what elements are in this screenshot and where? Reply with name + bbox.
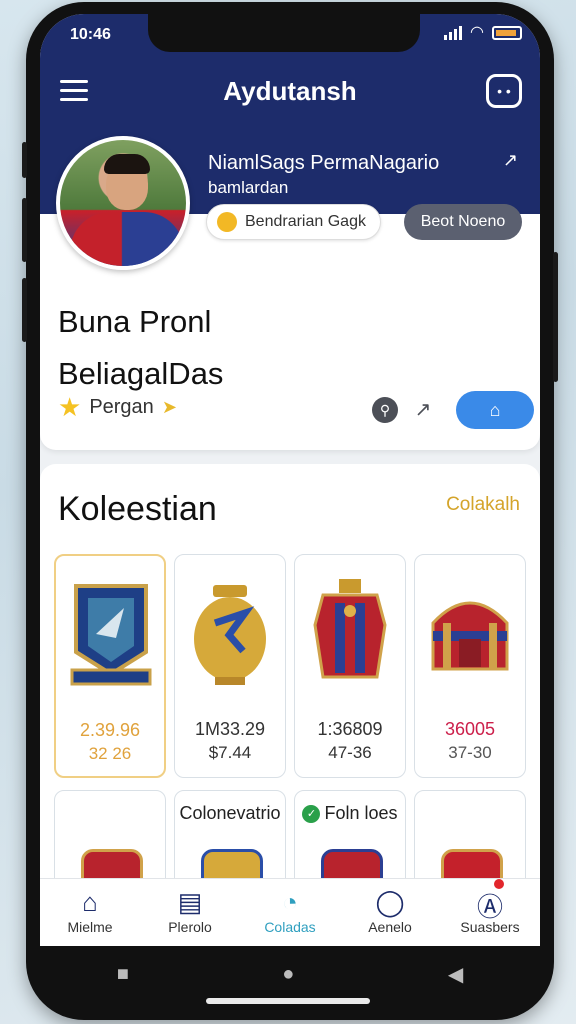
nav-label: Plerolo [168, 919, 212, 935]
search-icon[interactable]: ⚲ [372, 397, 398, 423]
nav-chat[interactable]: ◯ Aenelo [340, 879, 440, 946]
item-price: 36005 [444, 719, 496, 739]
edit-icon[interactable]: ↗ [503, 150, 518, 171]
collection-item-armor[interactable]: 1:36809 47-36 [294, 554, 406, 778]
nav-collection[interactable]: ◔ Coladas [240, 879, 340, 946]
app-title: Aydutansh [223, 76, 357, 106]
battery-icon [492, 26, 522, 40]
avatar-shirt [70, 212, 184, 266]
item-label: Foln loes [324, 803, 398, 823]
nav-profile[interactable]: ▤ Plerolo [140, 879, 240, 946]
collection-item-row2-2[interactable]: Colonevatrio [174, 790, 286, 890]
nav-subscribers[interactable]: Ⓐ Suasbers [440, 879, 540, 946]
power-button [553, 252, 558, 382]
signal-icon [444, 26, 463, 40]
shield-icon [70, 584, 152, 686]
chest-icon [431, 601, 509, 671]
collection-section: Koleestian Colakalh 2.39.96 32 26 1M33.2… [40, 464, 540, 944]
rank-chip-label: Bendrarian Gagk [245, 213, 366, 230]
home-button[interactable]: ● [282, 963, 294, 986]
chat-icon: ◯ [375, 887, 405, 917]
nav-label: Coladas [264, 919, 316, 935]
home-indicator[interactable] [206, 998, 370, 1004]
collection-title: Koleestian [58, 490, 217, 528]
display-name-line2: BeliagalDas [58, 356, 224, 391]
item-label: Colonevatrio [179, 803, 281, 823]
profile-icon: Ⓐ [476, 892, 503, 922]
collection-item-shield[interactable]: 2.39.96 32 26 [54, 554, 166, 778]
collection-item-row2-1[interactable] [54, 790, 166, 890]
rank-label: Pergan [89, 395, 154, 418]
wifi-icon: ◠ [470, 24, 484, 41]
item-price: 1M33.29 [194, 719, 266, 739]
collection-item-vase[interactable]: 1M33.29 $7.44 [174, 554, 286, 778]
collection-item-row2-4[interactable] [414, 790, 526, 890]
check-badge-icon: ✓ [302, 805, 321, 824]
medal-icon [217, 212, 237, 232]
rank-row: ★ Pergan ➤ [58, 394, 177, 420]
vase-icon [194, 585, 266, 685]
item-subprice: $7.44 [208, 743, 252, 762]
collection-item-row2-3[interactable]: ✓ Foln loes [294, 790, 406, 890]
rank-chip[interactable]: Bendrarian Gagk [206, 204, 381, 240]
bottom-nav: ⌂ Mielme ▤ Plerolo ◔ Coladas ◯ Aenelo Ⓐ … [40, 878, 540, 946]
arrow-right-icon[interactable]: ➤ [162, 397, 177, 418]
document-icon: ▤ [177, 887, 203, 917]
mute-switch [22, 142, 27, 178]
camera-notch [148, 14, 420, 52]
profile-subtitle: bamlardan [208, 178, 289, 197]
nav-home[interactable]: ⌂ Mielme [40, 879, 140, 946]
status-icons: ◠ [444, 24, 522, 41]
armor-icon [313, 579, 387, 679]
bot-icon[interactable]: • • [486, 74, 522, 108]
profile-name: NiamlSags PermaNagario [208, 152, 440, 174]
collection-item-chest[interactable]: 36005 37-30 [414, 554, 526, 778]
item-subprice: 32 26 [88, 744, 132, 763]
display-name-line1: Buna Pronl [58, 304, 212, 339]
volume-down-button [22, 278, 27, 342]
home-icon: ⌂ [82, 887, 98, 917]
avatar-hair [104, 154, 150, 174]
nav-label: Aenelo [368, 919, 412, 935]
screen: 10:46 ◠ Aydutansh • • Buna Pronl Beliaga… [40, 14, 540, 946]
avatar[interactable] [56, 136, 190, 270]
item-price: 2.39.96 [79, 720, 141, 740]
profile-actions: ⚲ ↗ ⌂ [372, 391, 534, 429]
volume-up-button [22, 198, 27, 262]
item-subprice: 37-30 [448, 743, 492, 762]
item-price: 1:36809 [317, 719, 383, 739]
message-button[interactable]: ⌂ [456, 391, 534, 429]
profile-display-name: Buna Pronl BeliagalDas [58, 296, 223, 400]
recents-button[interactable]: ■ [117, 963, 129, 986]
nav-label: Suasbers [460, 919, 520, 935]
status-chip[interactable]: Beot Noeno [404, 204, 522, 240]
item-subprice: 47-36 [328, 743, 372, 762]
collection-icon: ◔ [282, 887, 298, 917]
nav-label: Mielme [67, 919, 113, 935]
system-nav-bar: ■ ● ◀ [40, 946, 540, 1002]
share-icon[interactable]: ↗ [410, 397, 436, 423]
item-label-row: ✓ Foln loes [295, 803, 405, 824]
star-icon: ★ [58, 392, 82, 422]
back-button[interactable]: ◀ [448, 962, 463, 987]
collection-see-all-link[interactable]: Colakalh [446, 494, 520, 516]
status-time: 10:46 [70, 26, 111, 43]
